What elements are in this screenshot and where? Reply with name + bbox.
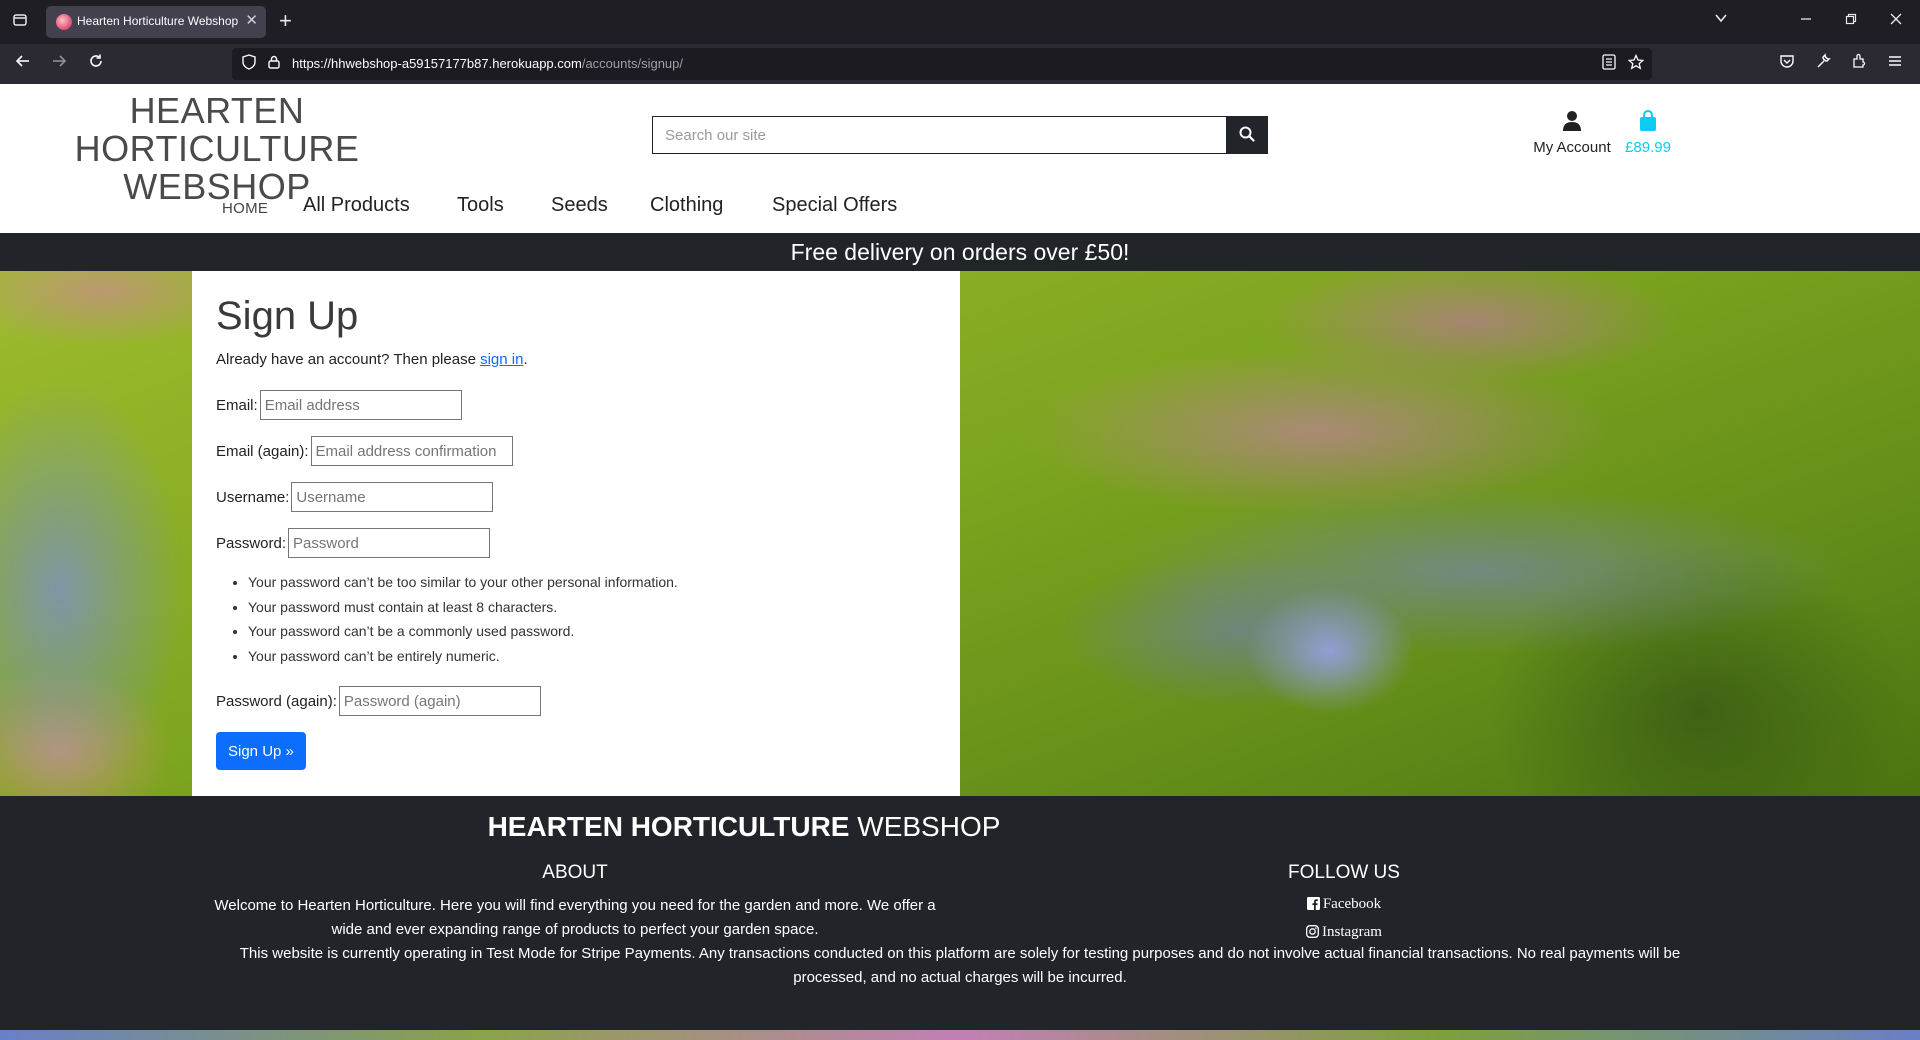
nav-clothing[interactable]: Clothing bbox=[650, 192, 723, 218]
reader-view-icon[interactable] bbox=[1602, 54, 1616, 75]
reload-icon[interactable] bbox=[85, 53, 107, 75]
browser-tab-bar: Hearten Horticulture Webshop ✕ + bbox=[0, 0, 1920, 44]
password-label: Password: bbox=[216, 534, 287, 552]
password-confirm-label: Password (again): bbox=[216, 692, 337, 710]
email-field[interactable] bbox=[259, 390, 462, 420]
about-text: Welcome to Hearten Horticulture. Here yo… bbox=[214, 897, 936, 938]
url-path: /accounts/signup/ bbox=[581, 56, 684, 71]
facebook-link[interactable]: Facebook bbox=[1244, 896, 1444, 915]
footer-title-bold: HEARTEN HORTICULTURE bbox=[487, 811, 850, 842]
password-field[interactable] bbox=[288, 528, 491, 558]
free-delivery-banner: Free delivery on orders over £50! bbox=[0, 233, 1920, 271]
wrench-icon[interactable] bbox=[1812, 53, 1834, 75]
background-image-strip bbox=[0, 1030, 1920, 1040]
username-row: Username: bbox=[216, 474, 936, 520]
email-confirm-row: Email (again): bbox=[216, 428, 936, 474]
username-label: Username: bbox=[216, 488, 290, 506]
my-account-label: My Account bbox=[1533, 139, 1611, 156]
email-label: Email: bbox=[216, 396, 258, 414]
signin-prompt: Already have an account? Then please sig… bbox=[216, 351, 936, 368]
nav-tools[interactable]: Tools bbox=[457, 192, 504, 218]
search-button[interactable] bbox=[1226, 116, 1268, 154]
search-input[interactable] bbox=[652, 116, 1226, 154]
site-header: HEARTEN HORTICULTURE WEBSHOP My Account … bbox=[0, 84, 1920, 233]
facebook-icon bbox=[1306, 897, 1320, 915]
close-window-icon[interactable] bbox=[1890, 10, 1902, 30]
search-form bbox=[652, 116, 1268, 154]
signin-prompt-text: Already have an account? Then please bbox=[216, 351, 481, 368]
signup-card: Sign Up Already have an account? Then pl… bbox=[192, 271, 960, 796]
password-help-item: Your password can’t be entirely numeric. bbox=[248, 644, 936, 669]
restore-icon[interactable] bbox=[1845, 10, 1857, 30]
nav-special-offers[interactable]: Special Offers bbox=[772, 192, 897, 218]
instagram-label: Instagram bbox=[1322, 924, 1382, 940]
star-icon[interactable] bbox=[1627, 53, 1645, 75]
favicon-icon bbox=[56, 14, 72, 30]
extensions-icon[interactable] bbox=[1848, 53, 1870, 75]
url-host: https://hhwebshop-a59157177b87.herokuapp… bbox=[292, 56, 582, 71]
shopping-bag-icon bbox=[1638, 110, 1658, 136]
sign-up-button[interactable]: Sign Up » bbox=[216, 732, 306, 770]
search-icon bbox=[1239, 126, 1255, 145]
chevron-down-icon[interactable] bbox=[1714, 10, 1728, 30]
browser-toolbar: https://hhwebshop-a59157177b87.herokuapp… bbox=[0, 44, 1920, 84]
minimize-icon[interactable] bbox=[1800, 10, 1812, 30]
signin-prompt-end: . bbox=[523, 351, 528, 368]
nav-all-products[interactable]: All Products bbox=[303, 192, 410, 218]
stripe-test-mode-notice: This website is currently operating in T… bbox=[239, 945, 1681, 986]
bag-total: £89.99 bbox=[1625, 139, 1671, 156]
password-help-list: Your password can’t be too similar to yo… bbox=[248, 570, 936, 668]
email-confirm-label: Email (again): bbox=[216, 442, 309, 460]
page-title: Sign Up bbox=[216, 294, 359, 338]
user-icon bbox=[1562, 111, 1582, 136]
nav-home[interactable]: HOME bbox=[222, 196, 268, 222]
instagram-icon bbox=[1306, 925, 1319, 943]
about-heading: ABOUT bbox=[542, 862, 608, 883]
address-bar[interactable]: https://hhwebshop-a59157177b87.herokuapp… bbox=[232, 48, 1652, 80]
password-help-item: Your password can’t be too similar to yo… bbox=[248, 570, 936, 595]
instagram-link[interactable]: Instagram bbox=[1244, 924, 1444, 943]
password-confirm-field[interactable] bbox=[338, 686, 541, 716]
nav-seeds[interactable]: Seeds bbox=[551, 192, 608, 218]
shield-icon[interactable] bbox=[242, 54, 256, 75]
pocket-icon[interactable] bbox=[1776, 53, 1798, 75]
site-footer: HEARTEN HORTICULTURE WEBSHOP ABOUT Welco… bbox=[0, 796, 1920, 1030]
my-account-link[interactable]: My Account bbox=[1522, 110, 1622, 156]
footer-title-rest: WEBSHOP bbox=[849, 811, 1001, 842]
password-confirm-row: Password (again): bbox=[216, 678, 936, 724]
tab-title: Hearten Horticulture Webshop bbox=[77, 14, 239, 28]
shopping-bag-link[interactable]: £89.99 bbox=[1620, 110, 1676, 156]
close-tab-icon[interactable]: ✕ bbox=[245, 12, 258, 30]
footer-title: HEARTEN HORTICULTURE WEBSHOP bbox=[0, 810, 1488, 844]
password-help-item: Your password can’t be a commonly used p… bbox=[248, 619, 936, 644]
url-text: https://hhwebshop-a59157177b87.herokuapp… bbox=[292, 56, 683, 71]
password-row: Password: bbox=[216, 520, 936, 566]
facebook-label: Facebook bbox=[1322, 896, 1382, 912]
browser-tab-active[interactable]: Hearten Horticulture Webshop ✕ bbox=[46, 6, 266, 38]
email-confirm-field[interactable] bbox=[310, 436, 513, 466]
follow-us-heading: FOLLOW US bbox=[1288, 862, 1400, 883]
arrow-left-icon[interactable] bbox=[12, 53, 34, 75]
new-tab-icon[interactable]: + bbox=[279, 9, 292, 33]
logo-line1: HEARTEN HORTICULTURE bbox=[74, 90, 360, 169]
hamburger-menu-icon[interactable] bbox=[1884, 53, 1906, 75]
lock-icon[interactable] bbox=[268, 54, 280, 74]
site-logo[interactable]: HEARTEN HORTICULTURE WEBSHOP bbox=[12, 92, 422, 206]
password-help-item: Your password must contain at least 8 ch… bbox=[248, 595, 936, 620]
arrow-right-icon[interactable] bbox=[48, 53, 70, 75]
sign-in-link[interactable]: sign in bbox=[480, 351, 523, 368]
email-row: Email: bbox=[216, 382, 936, 428]
tab-list-icon[interactable] bbox=[10, 12, 30, 32]
username-field[interactable] bbox=[291, 482, 494, 512]
